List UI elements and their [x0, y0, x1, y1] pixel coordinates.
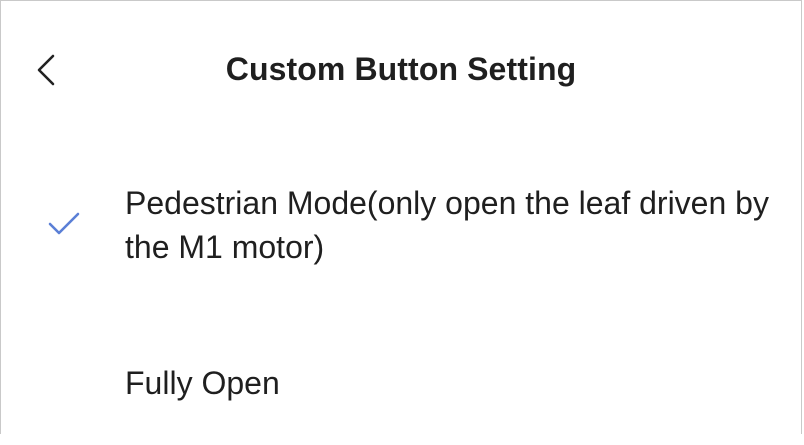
option-fully-open[interactable]: Fully Open — [1, 357, 801, 413]
custom-button-setting-screen: Custom Button Setting Pedestrian Mode(on… — [0, 0, 802, 434]
page-title: Custom Button Setting — [225, 51, 577, 87]
option-label: Pedestrian Mode(only open the leaf drive… — [125, 185, 769, 265]
option-pedestrian-mode[interactable]: Pedestrian Mode(only open the leaf drive… — [1, 181, 801, 281]
header-bar: Custom Button Setting — [1, 1, 801, 131]
check-icon — [48, 212, 80, 235]
option-label: Fully Open — [125, 365, 280, 401]
